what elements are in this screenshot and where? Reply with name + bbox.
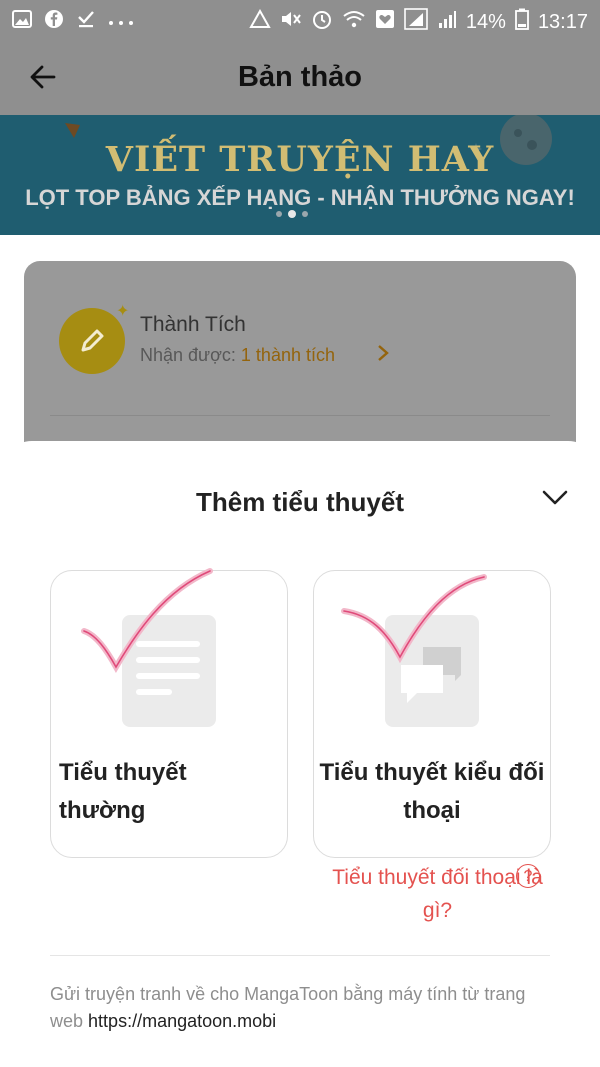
image-icon [12,10,32,33]
divider [50,415,550,416]
achievement-label: Nhận được: [140,345,236,365]
help-link-text: Tiểu thuyết đối thoại là gì? [332,866,543,922]
carousel-dot [302,211,308,217]
page-title: Bản thảo [237,61,363,93]
battery-icon [515,8,529,36]
banner-title: VIẾT TRUYỆN HAY [105,139,495,180]
clock: 13:17 [537,10,588,33]
question-icon[interactable]: ? [516,864,540,888]
check-download-icon [76,9,96,34]
promo-banner[interactable]: VIẾT TRUYỆN HAY LỌT TOP BẢNG XẾP HẠNG - … [0,115,600,235]
pencil-icon [81,329,104,352]
achievement-subtitle: Nhận được: 1 thành tích [140,345,335,366]
check-mark-icon [341,574,487,664]
signal-icon [437,9,457,35]
add-novel-sheet: Thêm tiểu thuyết Tiểu thuyết thường Tiểu… [0,441,600,1067]
status-bar: 14% 13:17 [0,0,600,40]
heart-icon [375,9,395,35]
carousel-dot [276,211,282,217]
sheet-title: Thêm tiểu thuyết [195,487,404,517]
sparkle-icon: ✦ [116,303,130,320]
mute-icon [280,9,302,35]
collapse-button[interactable] [541,488,569,508]
app-bar: Bản thảo [0,40,600,115]
facebook-icon [44,9,64,34]
footer-link[interactable]: https://mangatoon.mobi [88,1011,276,1031]
more-icon [108,11,134,32]
carousel-dots [276,210,308,218]
achievement-title: Thành Tích [140,313,246,336]
confetti-icon [65,123,80,138]
carousel-dot-active [288,210,296,218]
footer-note: Gửi truyện tranh về cho MangaToon bằng m… [50,981,550,1035]
chat-novel-help-link[interactable]: Tiểu thuyết đối thoại là gì? ? [330,861,545,927]
option-label: Tiểu thuyết kiểu đối thoại [319,759,545,824]
chevron-right-icon[interactable] [376,343,390,369]
option-label: Tiểu thuyết thường [59,759,187,824]
achievement-count[interactable]: 1 thành tích [241,345,335,365]
check-mark-icon [81,568,213,674]
banner-subtitle: LỌT TOP BẢNG XẾP HẠNG - NHẬN THƯỞNG NGAY… [25,185,575,210]
wifi-icon [342,9,366,35]
recycle-icon [249,8,271,35]
chevron-down-icon [542,490,568,505]
divider [50,955,550,956]
signal-icon [404,8,428,36]
battery-percent: 14% [465,10,506,33]
alarm-icon [311,8,333,36]
